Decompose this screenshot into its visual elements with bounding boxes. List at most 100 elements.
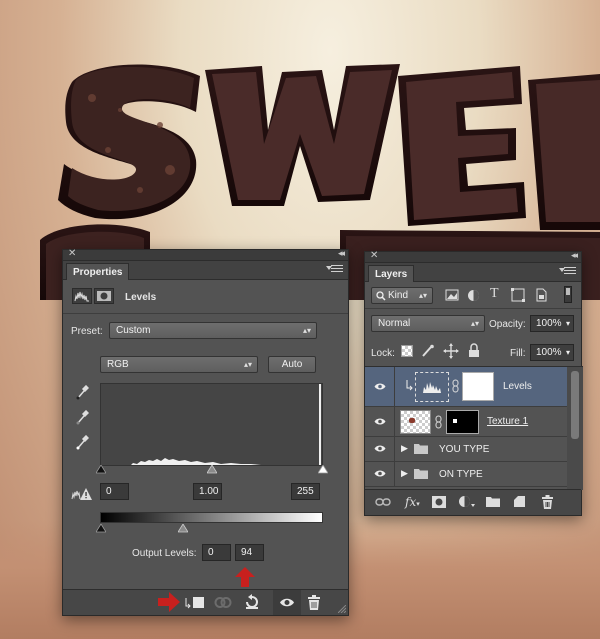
layer-row-group[interactable]: ▶ ON TYPE: [365, 462, 567, 487]
output-levels-label: Output Levels:: [132, 548, 197, 559]
collapse-icon[interactable]: ◂◂: [571, 250, 578, 261]
fill-value: 100%: [536, 347, 562, 358]
input-black-field[interactable]: 0: [100, 483, 129, 500]
texture-layer-thumbnail[interactable]: [400, 410, 431, 434]
tab-properties[interactable]: Properties: [66, 263, 130, 280]
chevron-down-icon[interactable]: ▾: [566, 316, 570, 331]
lock-transparent-icon[interactable]: [401, 345, 413, 357]
properties-footer: [63, 589, 348, 615]
layer-visibility-toggle[interactable]: [365, 437, 395, 461]
filter-shape-icon[interactable]: [511, 288, 525, 302]
eye-icon: [280, 598, 294, 607]
visibility-toggle[interactable]: [273, 590, 301, 615]
mask-icon[interactable]: [94, 288, 114, 304]
fill-label: Fill:: [510, 348, 526, 359]
texture-mask-thumbnail[interactable]: [446, 410, 479, 434]
expand-triangle-icon[interactable]: ▶: [401, 443, 408, 454]
updown-icon: ▴▾: [418, 291, 427, 300]
view-previous-state-icon[interactable]: [213, 595, 233, 610]
expand-triangle-icon[interactable]: ▶: [401, 468, 408, 479]
chevron-down-icon[interactable]: ▾: [566, 345, 570, 360]
filter-kind-dropdown[interactable]: Kind ▴▾: [371, 287, 433, 304]
new-layer-icon[interactable]: [513, 495, 526, 508]
lock-image-icon[interactable]: [421, 344, 435, 358]
levels-adjustment-icon[interactable]: [72, 288, 92, 304]
input-gamma-slider[interactable]: [207, 465, 217, 474]
blend-mode-value: Normal: [378, 318, 411, 329]
new-adjustment-layer-icon[interactable]: [458, 495, 476, 508]
tab-layers[interactable]: Layers: [368, 265, 415, 282]
layers-footer: fx▾: [365, 489, 581, 515]
add-mask-icon[interactable]: [432, 496, 446, 508]
output-white-field[interactable]: 94: [235, 544, 264, 561]
layers-panel: ✕ ◂◂ Layers Kind ▴▾ T Normal ▴▾ Opacity:…: [364, 250, 583, 516]
input-white-slider[interactable]: [318, 465, 328, 474]
resize-grip-icon[interactable]: [338, 605, 346, 613]
filter-pixel-icon[interactable]: [445, 289, 459, 301]
divider: [63, 313, 348, 314]
close-icon[interactable]: ✕: [370, 250, 378, 261]
layer-row-levels[interactable]: Levels: [365, 367, 567, 407]
preset-dropdown[interactable]: Custom ▴▾: [109, 322, 317, 339]
panel-menu-icon[interactable]: [326, 265, 343, 274]
new-group-icon[interactable]: [486, 496, 500, 507]
link-layers-icon[interactable]: [375, 497, 391, 507]
trash-icon[interactable]: [541, 495, 554, 509]
collapse-icon[interactable]: ◂◂: [338, 248, 345, 259]
white-point-eyedropper-icon[interactable]: [75, 435, 89, 451]
input-gamma-field[interactable]: 1.00: [193, 483, 222, 500]
output-black-field[interactable]: 0: [202, 544, 231, 561]
layer-list: Levels Texture 1 ▶ YOU TYPE ▶ ON TYPE: [365, 366, 583, 490]
panel-menu-icon[interactable]: [559, 267, 576, 276]
updown-icon: ▴▾: [243, 360, 252, 369]
blend-mode-dropdown[interactable]: Normal ▴▾: [371, 315, 485, 332]
lock-position-icon[interactable]: [443, 343, 459, 359]
opacity-field[interactable]: 100% ▾: [530, 315, 574, 332]
filter-adjustment-icon[interactable]: [467, 289, 480, 302]
clip-to-layer-icon[interactable]: [184, 595, 206, 610]
link-icon[interactable]: [435, 415, 442, 429]
layer-row-group[interactable]: ▶ YOU TYPE: [365, 437, 567, 462]
layer-visibility-toggle[interactable]: [365, 407, 395, 436]
layer-name: Texture 1: [487, 416, 529, 427]
clipping-warning-icon[interactable]: [71, 487, 93, 501]
link-icon[interactable]: [452, 379, 459, 393]
gray-point-eyedropper-icon[interactable]: [75, 410, 89, 426]
fx-icon[interactable]: fx▾: [405, 495, 420, 509]
layers-scrollbar[interactable]: [567, 367, 583, 490]
preset-label: Preset:: [71, 326, 103, 337]
reset-icon[interactable]: [243, 594, 261, 610]
opacity-label: Opacity:: [489, 319, 526, 330]
black-point-eyedropper-icon[interactable]: [75, 385, 89, 401]
layer-mask-thumbnail[interactable]: [462, 372, 494, 401]
layers-panel-topbar[interactable]: ✕ ◂◂: [365, 250, 581, 263]
output-white-slider[interactable]: [178, 524, 188, 533]
levels-layer-thumbnail[interactable]: [415, 372, 449, 402]
channel-dropdown[interactable]: RGB ▴▾: [100, 356, 258, 373]
lock-all-icon[interactable]: [468, 343, 480, 358]
input-black-slider[interactable]: [96, 465, 106, 474]
preset-value: Custom: [116, 325, 151, 336]
annotation-right-arrow: [158, 592, 180, 612]
auto-button[interactable]: Auto: [268, 356, 316, 373]
folder-icon: [414, 444, 428, 454]
scrollbar-thumb[interactable]: [571, 371, 579, 439]
trash-icon[interactable]: [307, 595, 321, 610]
layer-visibility-toggle[interactable]: [365, 462, 395, 486]
output-black-slider[interactable]: [96, 524, 106, 533]
annotation-up-arrow: [235, 567, 255, 587]
layer-visibility-toggle[interactable]: [365, 367, 395, 406]
properties-panel-topbar[interactable]: ✕ ◂◂: [63, 248, 348, 261]
eye-icon: [374, 383, 386, 389]
levels-adjustment-icon: [423, 382, 441, 393]
fill-field[interactable]: 100% ▾: [530, 344, 574, 361]
close-icon[interactable]: ✕: [68, 248, 76, 259]
output-gradient-bar: [100, 512, 323, 523]
filter-type-icon[interactable]: T: [490, 286, 499, 302]
input-white-field[interactable]: 255: [291, 483, 320, 500]
filter-toggle[interactable]: [564, 286, 572, 303]
layer-name: YOU TYPE: [439, 444, 490, 455]
filter-kind-value: Kind: [388, 290, 409, 301]
filter-smart-object-icon[interactable]: [535, 288, 548, 302]
layer-row-texture[interactable]: Texture 1: [365, 407, 567, 437]
